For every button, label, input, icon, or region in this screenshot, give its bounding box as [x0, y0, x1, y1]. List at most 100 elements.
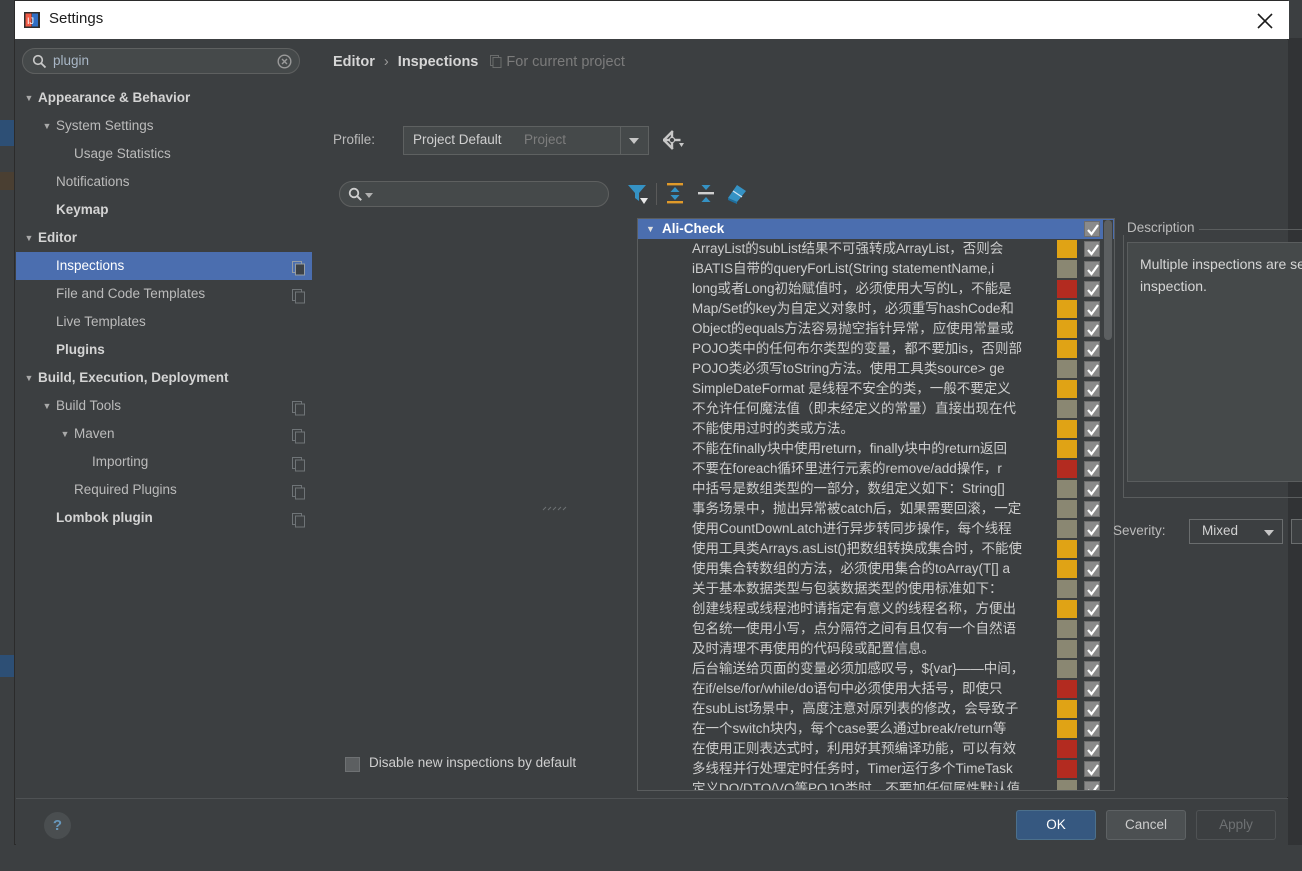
inspection-row[interactable]: POJO类必须写toString方法。使用工具类source> ge	[638, 359, 1114, 379]
inspection-row[interactable]: iBATIS自带的queryForList(String statementNa…	[638, 259, 1114, 279]
chevron-down-icon[interactable]	[620, 127, 648, 154]
severity-swatch[interactable]	[1057, 460, 1077, 478]
help-icon[interactable]: ?	[44, 812, 71, 839]
inspection-checkbox[interactable]	[1084, 721, 1100, 737]
reset-eraser-icon[interactable]	[724, 180, 752, 208]
sidebar-item-keymap[interactable]: Keymap	[16, 196, 312, 224]
copy-settings-icon[interactable]	[292, 482, 306, 500]
inspection-row[interactable]: 不要在foreach循环里进行元素的remove/add操作，r	[638, 459, 1114, 479]
chevron-down-icon[interactable]: ▼	[40, 392, 54, 420]
copy-settings-icon[interactable]	[292, 510, 306, 528]
copy-settings-icon[interactable]	[292, 286, 306, 304]
copy-settings-icon[interactable]	[292, 426, 306, 444]
inspection-checkbox[interactable]	[1084, 521, 1100, 537]
inspection-row[interactable]: 包名统一使用小写，点分隔符之间有且仅有一个自然语	[638, 619, 1114, 639]
chevron-down-icon[interactable]: ▼	[646, 219, 655, 239]
inspection-checkbox[interactable]	[1084, 641, 1100, 657]
severity-swatch[interactable]	[1057, 700, 1077, 718]
expand-all-icon[interactable]	[662, 180, 690, 208]
inspection-checkbox[interactable]	[1084, 361, 1100, 377]
severity-swatch[interactable]	[1057, 600, 1077, 618]
inspection-row[interactable]: 不能使用过时的类或方法。	[638, 419, 1114, 439]
severity-swatch[interactable]	[1057, 360, 1077, 378]
inspection-row[interactable]: 中括号是数组类型的一部分，数组定义如下：String[]	[638, 479, 1114, 499]
scope-select[interactable]: In All Scopes	[1291, 519, 1302, 544]
severity-swatch[interactable]	[1057, 660, 1077, 678]
inspection-row[interactable]: 创建线程或线程池时请指定有意义的线程名称，方便出	[638, 599, 1114, 619]
inspection-checkbox[interactable]	[1084, 581, 1100, 597]
resize-grip-icon[interactable]	[541, 500, 569, 511]
inspection-row[interactable]: 在if/else/for/while/do语句中必须使用大括号，即使只	[638, 679, 1114, 699]
inspection-checkbox[interactable]	[1084, 601, 1100, 617]
inspection-checkbox[interactable]	[1084, 761, 1100, 777]
inspection-row[interactable]: 关于基本数据类型与包装数据类型的使用标准如下：	[638, 579, 1114, 599]
gear-icon[interactable]	[662, 130, 685, 153]
inspections-list[interactable]: ▼ Ali-Check ArrayList的subList结果不可强转成ArrayL…	[637, 218, 1115, 791]
apply-button[interactable]: Apply	[1196, 810, 1276, 840]
inspection-checkbox[interactable]	[1084, 741, 1100, 757]
inspection-checkbox[interactable]	[1084, 241, 1100, 257]
inspection-row[interactable]: 在使用正则表达式时，利用好其预编译功能，可以有效	[638, 739, 1114, 759]
inspection-checkbox[interactable]	[1084, 401, 1100, 417]
scrollbar-thumb[interactable]	[1104, 220, 1112, 340]
inspection-row[interactable]: long或者Long初始赋值时，必须使用大写的L，不能是	[638, 279, 1114, 299]
inspection-row[interactable]: SimpleDateFormat 是线程不安全的类，一般不要定义	[638, 379, 1114, 399]
inspection-checkbox[interactable]	[1084, 421, 1100, 437]
close-icon[interactable]	[1243, 1, 1289, 39]
sidebar-item-editor[interactable]: ▼ Editor	[16, 224, 312, 252]
severity-swatch[interactable]	[1057, 680, 1077, 698]
chevron-down-icon[interactable]: ▼	[22, 84, 36, 112]
inspection-row[interactable]: 后台输送给页面的变量必须加感叹号，${var}——中间，	[638, 659, 1114, 679]
severity-swatch[interactable]	[1057, 400, 1077, 418]
inspections-scrollbar[interactable]	[1103, 220, 1113, 790]
severity-swatch[interactable]	[1057, 720, 1077, 738]
severity-swatch[interactable]	[1057, 300, 1077, 318]
inspection-row[interactable]: 及时清理不再使用的代码段或配置信息。	[638, 639, 1114, 659]
inspection-checkbox[interactable]	[1084, 461, 1100, 477]
inspection-row[interactable]: 在subList场景中，高度注意对原列表的修改，会导致子	[638, 699, 1114, 719]
inspection-row[interactable]: 定义DO/DTO/VO等POJO类时，不要加任何属性默认值	[638, 779, 1114, 790]
sidebar-item-plugins[interactable]: Plugins	[16, 336, 312, 364]
severity-swatch[interactable]	[1057, 320, 1077, 338]
copy-settings-icon[interactable]	[292, 258, 306, 276]
ok-button[interactable]: OK	[1016, 810, 1096, 840]
inspection-checkbox[interactable]	[1084, 701, 1100, 717]
inspection-checkbox[interactable]	[1084, 501, 1100, 517]
sidebar-item-inspections[interactable]: Inspections	[16, 252, 312, 280]
copy-settings-icon[interactable]	[292, 398, 306, 416]
chevron-down-icon[interactable]: ▼	[58, 420, 72, 448]
severity-swatch[interactable]	[1057, 760, 1077, 778]
severity-swatch[interactable]	[1057, 380, 1077, 398]
inspection-checkbox[interactable]	[1084, 561, 1100, 577]
chevron-down-icon[interactable]: ▼	[22, 364, 36, 392]
sidebar-item-build-execution-deployment[interactable]: ▼ Build, Execution, Deployment	[16, 364, 312, 392]
copy-settings-icon[interactable]	[292, 454, 306, 472]
sidebar-item-usage-statistics[interactable]: Usage Statistics	[16, 140, 312, 168]
inspection-checkbox[interactable]	[1084, 261, 1100, 277]
inspection-checkbox[interactable]	[1084, 441, 1100, 457]
inspection-row[interactable]: Map/Set的key为自定义对象时，必须重写hashCode和	[638, 299, 1114, 319]
severity-swatch[interactable]	[1057, 620, 1077, 638]
profile-select[interactable]: Project Default Project	[403, 126, 649, 155]
severity-swatch[interactable]	[1057, 240, 1077, 258]
sidebar-item-file-and-code-templates[interactable]: File and Code Templates	[16, 280, 312, 308]
sidebar-item-system-settings[interactable]: ▼ System Settings	[16, 112, 312, 140]
severity-swatch[interactable]	[1057, 780, 1077, 790]
inspection-row[interactable]: 不允许任何魔法值（即未经定义的常量）直接出现在代	[638, 399, 1114, 419]
severity-swatch[interactable]	[1057, 520, 1077, 538]
inspection-row[interactable]: POJO类中的任何布尔类型的变量，都不要加is，否则部	[638, 339, 1114, 359]
sidebar-item-build-tools[interactable]: ▼ Build Tools	[16, 392, 312, 420]
chevron-down-icon[interactable]: ▼	[40, 112, 54, 140]
sidebar-item-live-templates[interactable]: Live Templates	[16, 308, 312, 336]
inspection-filter-input[interactable]	[339, 181, 609, 207]
inspection-row[interactable]: 不能在finally块中使用return，finally块中的return返回	[638, 439, 1114, 459]
severity-swatch[interactable]	[1057, 340, 1077, 358]
inspection-row[interactable]: 使用工具类Arrays.asList()把数组转换成集合时，不能使	[638, 539, 1114, 559]
inspection-checkbox[interactable]	[1084, 321, 1100, 337]
chevron-down-icon[interactable]	[365, 193, 373, 198]
inspection-checkbox[interactable]	[1084, 781, 1100, 790]
inspection-checkbox[interactable]	[1084, 681, 1100, 697]
chevron-down-icon[interactable]: ▼	[22, 224, 36, 252]
clear-icon[interactable]	[277, 54, 292, 72]
severity-swatch[interactable]	[1057, 540, 1077, 558]
